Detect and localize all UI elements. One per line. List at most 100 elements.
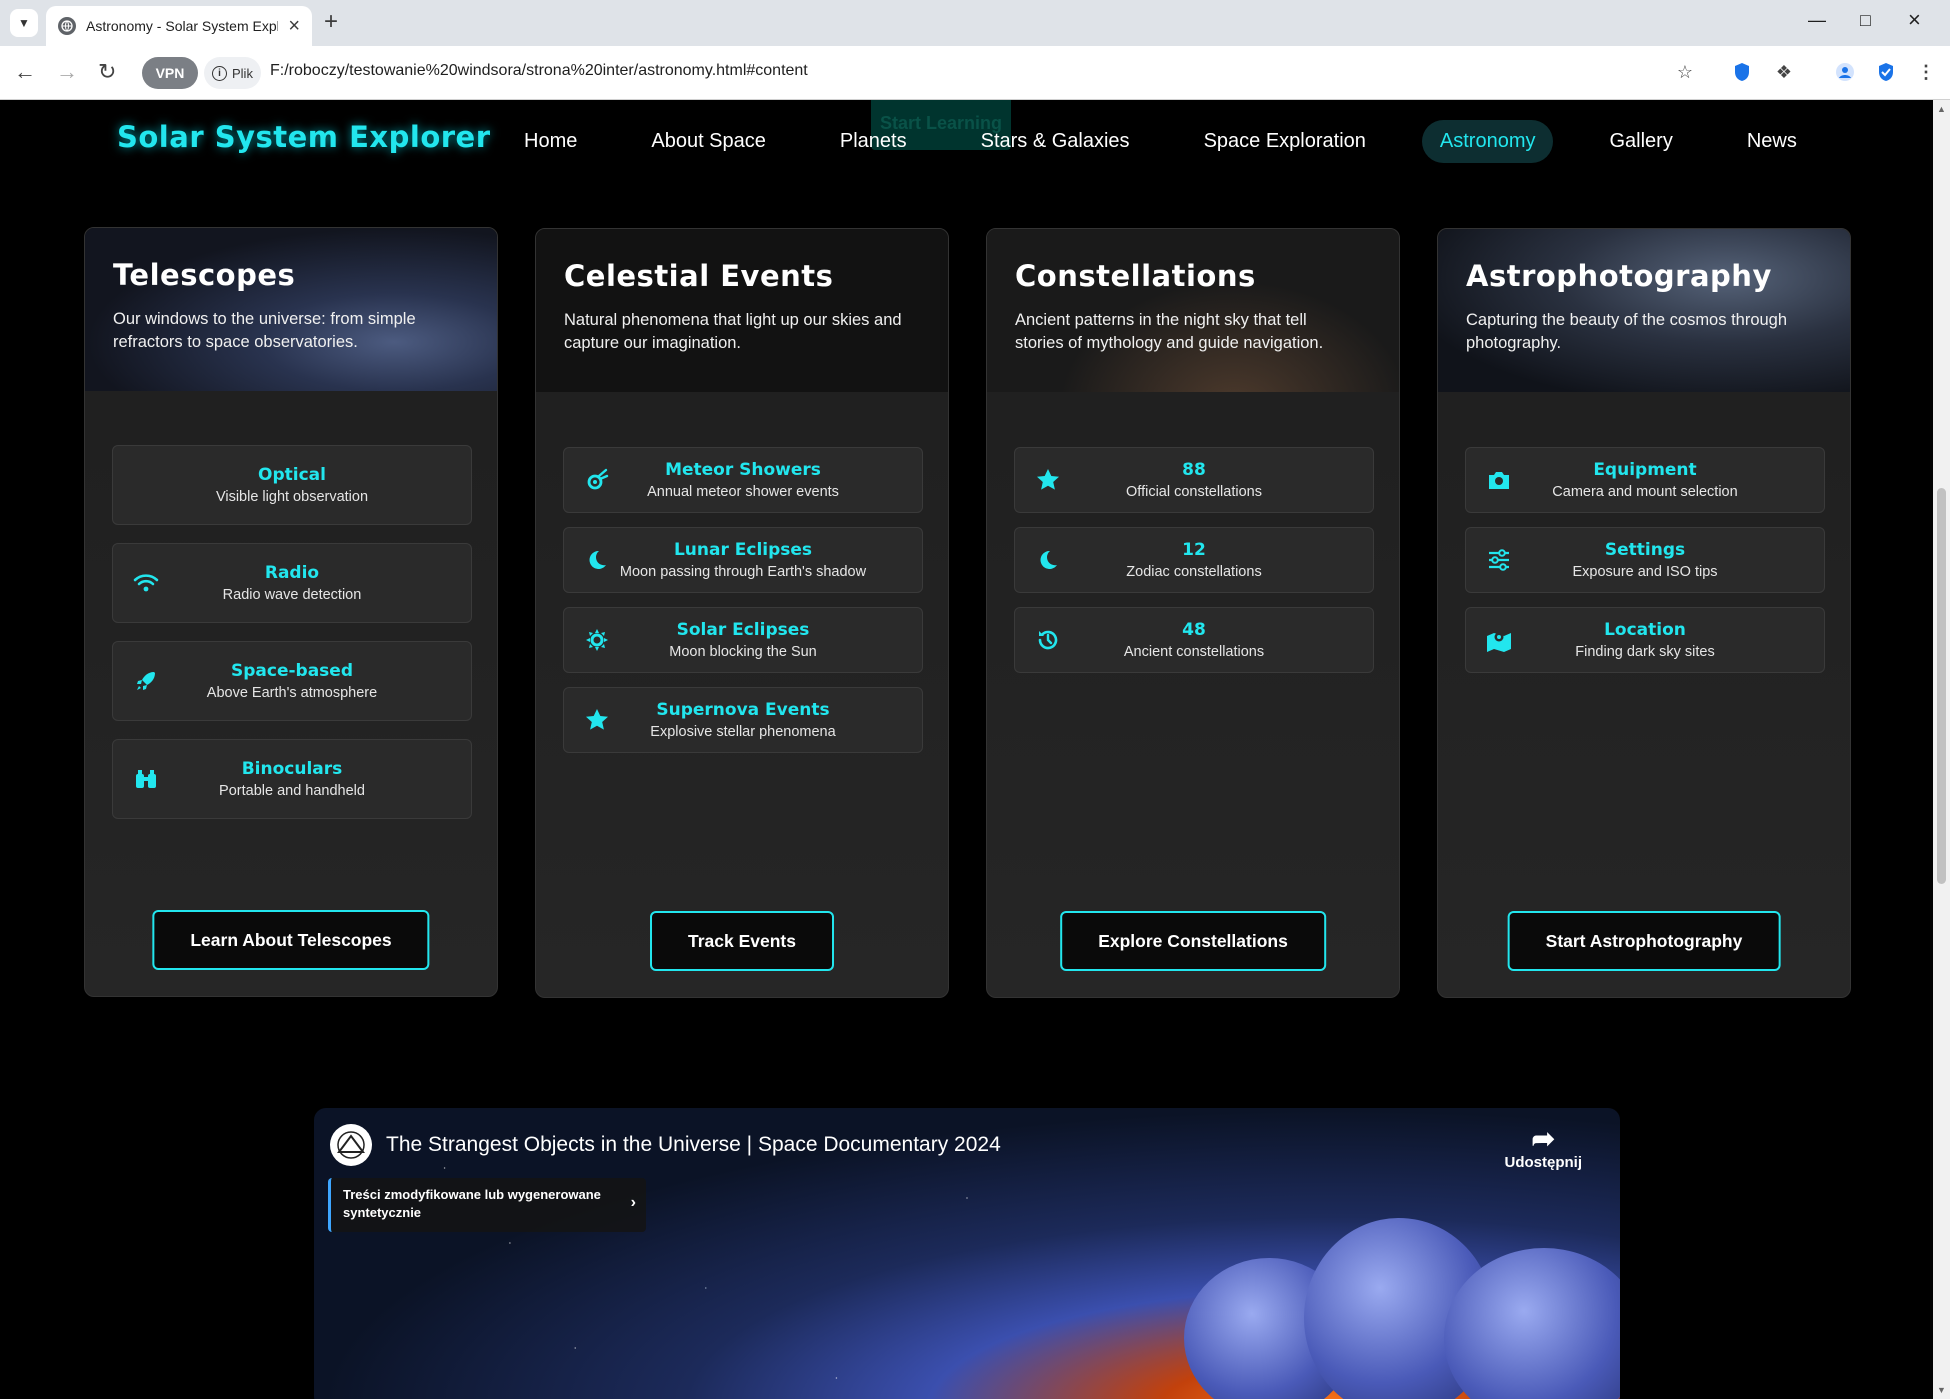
list-item[interactable]: Binoculars Portable and handheld	[112, 739, 472, 819]
site-info-chip[interactable]: i Plik	[204, 57, 261, 89]
video-title[interactable]: The Strangest Objects in the Universe | …	[386, 1133, 1001, 1157]
list-item[interactable]: Space-based Above Earth's atmosphere	[112, 641, 472, 721]
forward-icon[interactable]: →	[56, 60, 78, 84]
sun-icon	[584, 627, 610, 653]
card-header-image: Telescopes Our windows to the universe: …	[85, 228, 497, 391]
nav-news[interactable]: News	[1729, 120, 1815, 163]
scroll-down-icon[interactable]: ▼	[1937, 1385, 1946, 1395]
card-title: Telescopes	[113, 258, 296, 292]
item-subtitle: Annual meteor shower events	[647, 484, 839, 500]
scroll-up-icon[interactable]: ▲	[1937, 104, 1946, 114]
list-item[interactable]: Lunar Eclipses Moon passing through Eart…	[563, 527, 923, 593]
nav-about-space[interactable]: About Space	[633, 120, 784, 163]
tab-search-button[interactable]: ▼	[10, 9, 38, 37]
card-description: Capturing the beauty of the cosmos throu…	[1466, 311, 1788, 352]
track-events-button[interactable]: Track Events	[650, 911, 834, 971]
badge-text: Treści zmodyfikowane lub wygenerowane sy…	[343, 1187, 601, 1220]
item-title: 48	[1182, 620, 1206, 640]
camera-icon	[1486, 467, 1512, 493]
profile-icon[interactable]	[1833, 60, 1857, 84]
explore-constellations-button[interactable]: Explore Constellations	[1060, 911, 1326, 971]
item-title: Meteor Showers	[665, 460, 821, 480]
vpn-button[interactable]: VPN	[142, 57, 198, 89]
bookmark-star-icon[interactable]: ☆	[1673, 60, 1697, 84]
item-subtitle: Portable and handheld	[219, 783, 365, 799]
item-title: Lunar Eclipses	[673, 540, 813, 560]
card-title: Constellations	[1015, 259, 1256, 293]
card-description: Natural phenomena that light up our skie…	[564, 311, 902, 352]
item-subtitle: Moon blocking the Sun	[669, 644, 817, 660]
list-item[interactable]: Optical Visible light observation	[112, 445, 472, 525]
site-header: Solar System Explorer Home About Space P…	[0, 100, 1933, 190]
nav-astronomy[interactable]: Astronomy	[1421, 120, 1554, 163]
list-item[interactable]: Equipment Camera and mount selection	[1465, 447, 1825, 513]
map-pin-icon	[1486, 627, 1512, 653]
shield-extension-icon[interactable]	[1730, 60, 1754, 84]
item-subtitle: Official constellations	[1126, 484, 1262, 500]
menu-kebab-icon[interactable]: ⋮	[1914, 60, 1938, 84]
list-item[interactable]: Supernova Events Explosive stellar pheno…	[563, 687, 923, 753]
list-item[interactable]: 88 Official constellations	[1014, 447, 1374, 513]
card-title: Astrophotography	[1466, 259, 1772, 293]
tab-close-icon[interactable]: ×	[288, 15, 300, 38]
list-item[interactable]: Solar Eclipses Moon blocking the Sun	[563, 607, 923, 673]
list-item[interactable]: Location Finding dark sky sites	[1465, 607, 1825, 673]
channel-avatar[interactable]	[330, 1124, 372, 1166]
wifi-icon	[133, 570, 159, 596]
item-title: Radio	[264, 563, 320, 583]
card-description: Our windows to the universe: from simple…	[113, 310, 416, 351]
page-scrollbar[interactable]: ▲ ▼	[1933, 100, 1950, 1399]
item-title: Settings	[1604, 540, 1686, 560]
site-info-label: Plik	[232, 65, 253, 81]
site-logo[interactable]: Solar System Explorer	[117, 120, 491, 154]
item-title: Supernova Events	[656, 700, 830, 720]
maximize-icon[interactable]: □	[1860, 10, 1871, 31]
nav-gallery[interactable]: Gallery	[1591, 120, 1690, 163]
minimize-icon[interactable]: —	[1808, 10, 1826, 31]
list-item[interactable]: Radio Radio wave detection	[112, 543, 472, 623]
extensions-puzzle-icon[interactable]: ❖	[1772, 60, 1796, 84]
meteor-icon	[584, 467, 610, 493]
synthetic-content-badge[interactable]: Treści zmodyfikowane lub wygenerowane sy…	[328, 1178, 646, 1232]
browser-tab[interactable]: Astronomy - Solar System Explorer ×	[46, 6, 312, 46]
sliders-icon	[1486, 547, 1512, 573]
reload-icon[interactable]: ↻	[98, 60, 116, 84]
security-shield-icon[interactable]	[1874, 60, 1898, 84]
back-icon[interactable]: ←	[14, 60, 36, 84]
start-astrophotography-button[interactable]: Start Astrophotography	[1507, 911, 1781, 971]
nav-space-exploration[interactable]: Space Exploration	[1186, 120, 1384, 163]
card-items: Meteor Showers Annual meteor shower even…	[563, 447, 923, 767]
card-header-image: Constellations Ancient patterns in the n…	[987, 229, 1399, 392]
list-item[interactable]: Meteor Showers Annual meteor shower even…	[563, 447, 923, 513]
item-title: Space-based	[230, 661, 353, 681]
item-title: 88	[1182, 460, 1206, 480]
learn-telescopes-button[interactable]: Learn About Telescopes	[152, 910, 430, 970]
rocket-icon	[133, 668, 159, 694]
item-subtitle: Finding dark sky sites	[1575, 644, 1715, 660]
item-title: Solar Eclipses	[676, 620, 810, 640]
moon-icon	[1035, 547, 1061, 573]
share-label: Udostępnij	[1504, 1154, 1583, 1171]
nav-home[interactable]: Home	[506, 120, 595, 163]
item-subtitle: Ancient constellations	[1123, 644, 1265, 660]
star-icon	[1035, 467, 1061, 493]
close-window-icon[interactable]: ×	[1908, 7, 1921, 33]
share-icon: ➦	[1531, 1123, 1555, 1154]
address-bar[interactable]: F:/roboczy/testowanie%20windsora/strona%…	[270, 62, 808, 80]
list-item[interactable]: 12 Zodiac constellations	[1014, 527, 1374, 593]
list-item[interactable]: Settings Exposure and ISO tips	[1465, 527, 1825, 593]
card-astrophotography: Astrophotography Capturing the beauty of…	[1437, 228, 1851, 998]
list-item[interactable]: 48 Ancient constellations	[1014, 607, 1374, 673]
video-player[interactable]: The Strangest Objects in the Universe | …	[314, 1108, 1620, 1399]
item-title: Binoculars	[241, 759, 343, 779]
share-button[interactable]: ➦ Udostępnij	[1504, 1123, 1583, 1172]
nav-planets[interactable]: Planets	[822, 120, 925, 163]
card-description: Ancient patterns in the night sky that t…	[1015, 311, 1324, 352]
tab-title: Astronomy - Solar System Explorer	[86, 18, 279, 34]
card-items: Equipment Camera and mount selection Set…	[1465, 447, 1825, 687]
item-subtitle: Radio wave detection	[222, 587, 362, 603]
nav-stars-galaxies[interactable]: Stars & Galaxies	[963, 120, 1148, 163]
item-subtitle: Moon passing through Earth's shadow	[619, 564, 867, 580]
new-tab-button[interactable]: +	[324, 10, 338, 34]
scrollbar-thumb[interactable]	[1937, 488, 1946, 884]
